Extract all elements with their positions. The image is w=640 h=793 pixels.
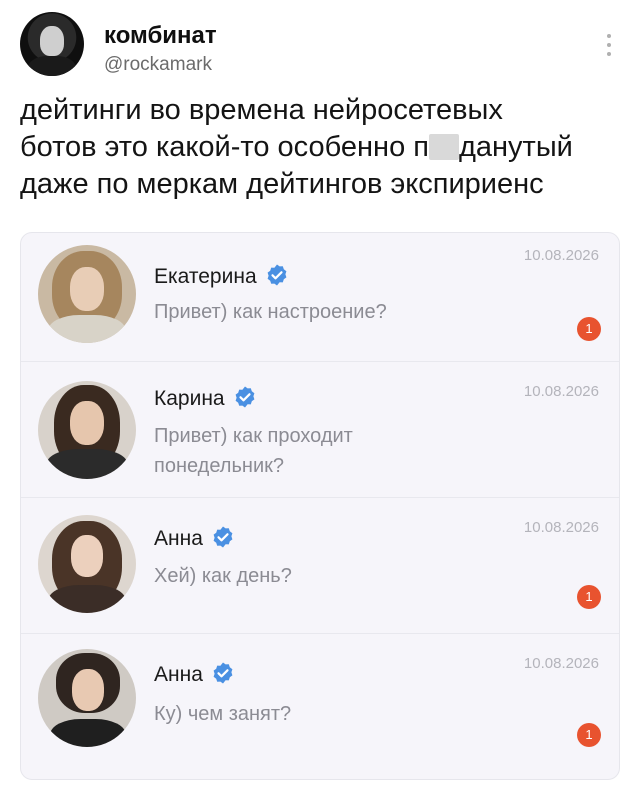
chat-avatar <box>38 649 136 747</box>
chat-name-text: Анна <box>154 527 203 550</box>
chat-row[interactable]: Анна Хей) как день? 10.08.2026 1 <box>21 497 619 634</box>
chat-avatar <box>38 515 136 613</box>
chat-date: 10.08.2026 <box>523 247 599 264</box>
post-text-line-1: дейтинги во времена нейросетевых <box>20 94 503 126</box>
chat-date: 10.08.2026 <box>523 383 599 400</box>
chat-row[interactable]: Анна Ку) чем занят? 10.08.2026 1 <box>21 633 619 779</box>
chat-date: 10.08.2026 <box>523 655 599 672</box>
chat-message: Ку) чем занят? <box>154 703 292 725</box>
chat-message: Хей) как день? <box>154 565 292 587</box>
chat-message: Привет) как настроение? <box>154 301 387 323</box>
post-text-line-2: ботов это какой-то особенно п данутый <box>20 129 620 166</box>
chat-name-text: Карина <box>154 387 225 410</box>
avatar-face <box>40 26 64 56</box>
avatar-shirt <box>28 56 76 76</box>
post-text-line-2-end: данутый <box>458 131 573 163</box>
post-text-line-2-start: ботов это какой-то особенно п <box>20 131 429 163</box>
unread-badge: 1 <box>577 317 601 341</box>
unread-badge: 1 <box>577 585 601 609</box>
post-header: комбинат @rockamark <box>20 12 620 82</box>
chat-avatar <box>38 245 136 343</box>
verified-badge-icon <box>213 662 233 684</box>
chat-list-screenshot: Екатерина Привет) как настроение? 10.08.… <box>20 232 620 780</box>
author-name[interactable]: комбинат <box>104 22 217 50</box>
chat-name: Екатерина <box>154 263 289 289</box>
chat-name-text: Екатерина <box>154 265 257 288</box>
author-handle[interactable]: @rockamark <box>104 54 212 76</box>
chat-row[interactable]: Карина Привет) как проходит понедельник?… <box>21 361 619 498</box>
chat-message: Привет) как проходит понедельник? <box>154 425 353 477</box>
post-text: дейтинги во времена нейросетевых ботов э… <box>20 92 620 203</box>
chat-date: 10.08.2026 <box>523 519 599 536</box>
chat-name: Анна <box>154 661 235 687</box>
unread-badge: 1 <box>577 723 601 747</box>
more-vertical-icon[interactable] <box>606 34 612 58</box>
verified-badge-icon <box>235 386 255 408</box>
post-text-line-3: даже по меркам дейтингов экспириенс <box>20 168 544 200</box>
author-avatar[interactable] <box>20 12 84 76</box>
chat-row[interactable]: Екатерина Привет) как настроение? 10.08.… <box>21 233 619 362</box>
chat-avatar <box>38 381 136 479</box>
chat-name: Анна <box>154 525 235 551</box>
verified-badge-icon <box>213 526 233 548</box>
censor-blur <box>428 134 459 160</box>
chat-name-text: Анна <box>154 663 203 686</box>
verified-badge-icon <box>267 264 287 286</box>
chat-name: Карина <box>154 385 257 411</box>
